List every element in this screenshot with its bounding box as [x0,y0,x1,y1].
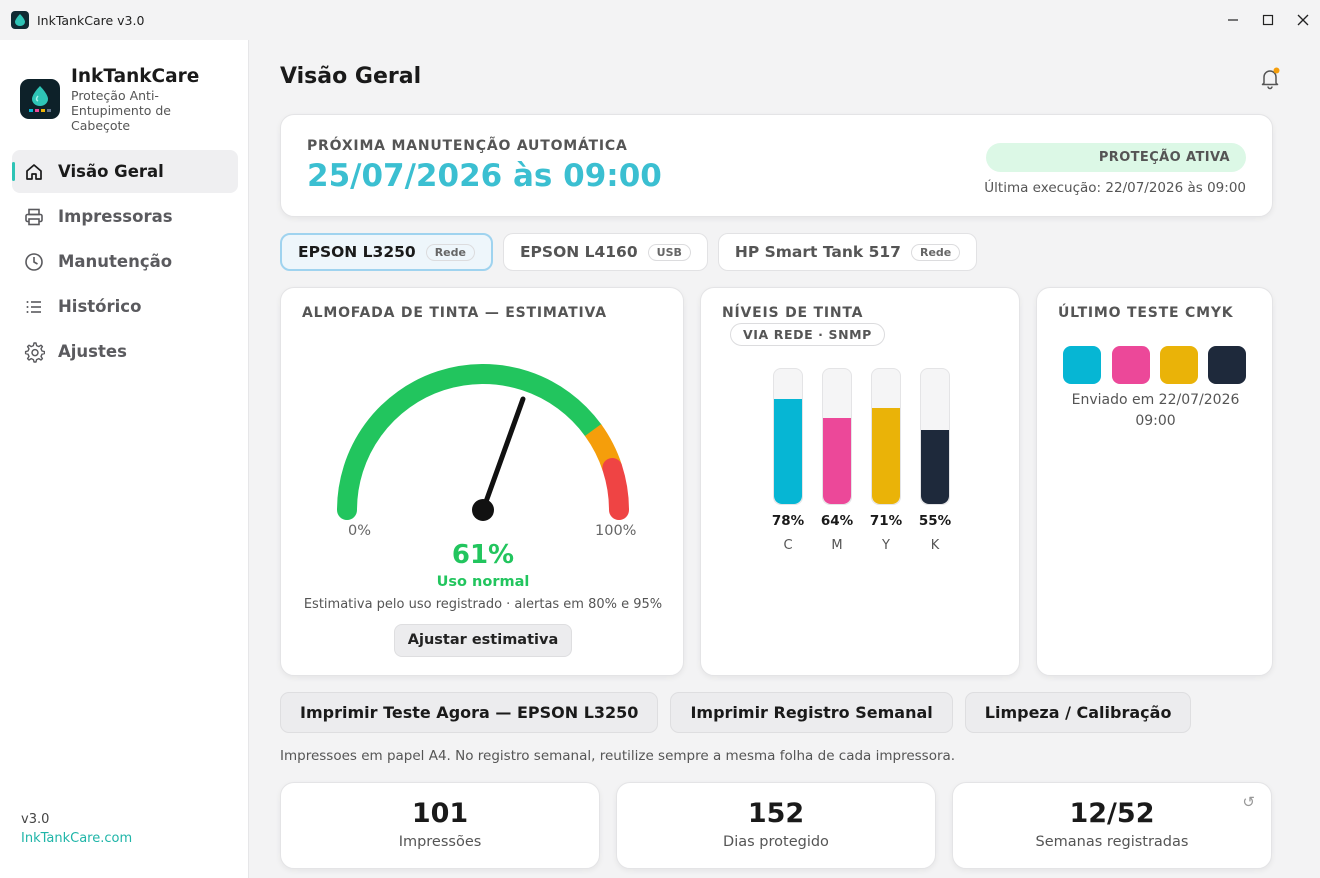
gauge-note: Estimativa pelo uso registrado · alertas… [303,597,663,612]
ink-tank-m [822,368,852,505]
page-title: Visão Geral [280,64,422,89]
window-title: InkTankCare v3.0 [37,12,145,28]
gauge-zone [602,457,629,520]
gauge-status: Uso normal [436,574,530,590]
gauge-needle [480,396,526,513]
stat-label: Dias protegido [723,834,829,850]
ink-levels-title: NÍVEIS DE TINTA [722,305,864,321]
next-maintenance-kicker: PRÓXIMA MANUTENÇÃO AUTOMÁTICA [307,138,628,154]
printer-name: HP Smart Tank 517 [734,243,901,261]
app-icon [11,11,29,29]
sidebar-item-impressoras[interactable]: Impressoras [12,195,238,238]
sidebar-item-label: Impressoras [58,207,173,226]
brand-name: InkTankCare [71,66,200,87]
adjust-estimate-button[interactable]: Ajustar estimativa [394,624,572,657]
cmyk-swatch-y [1160,346,1198,384]
stat-value: 152 [747,798,805,829]
cmyk-test-card: ÚLTIMO TESTE CMYK Enviado em 22/07/2026 … [1036,287,1273,676]
ink-percent: 78% [771,513,805,529]
gauge-max-label: 100% [595,523,637,539]
print-weekly-log-button[interactable]: Imprimir Registro Semanal [670,692,953,733]
bell-icon[interactable] [1258,66,1282,90]
ink-levels-card: NÍVEIS DE TINTA VIA REDE · SNMP 78% 64% … [700,287,1020,676]
stat-card-days-protected: 152 Dias protegido [616,782,936,869]
printer-tab-epson-l4160[interactable]: EPSON L4160 USB [502,233,708,271]
next-maintenance-datetime: 25/07/2026 às 09:00 [307,158,662,194]
maximize-icon[interactable] [1250,0,1285,40]
ink-label: K [930,538,940,553]
sidebar-item-manutencao[interactable]: Manutenção [12,240,238,283]
ink-tank-k [920,368,950,505]
ink-percent: 71% [869,513,903,529]
sidebar-item-label: Ajustes [58,342,127,361]
website-link[interactable]: InkTankCare.com [21,831,132,846]
ink-fill [921,429,949,504]
gear-icon [23,341,45,363]
printer-icon [23,206,45,228]
printer-tabs: EPSON L3250 Rede EPSON L4160 USB HP Smar… [280,233,987,271]
last-run-text: Última execução: 22/07/2026 às 09:00 [984,180,1246,196]
sidebar-item-ajustes[interactable]: Ajustes [12,330,238,373]
ink-label: M [831,538,843,553]
printer-tab-epson-l3250[interactable]: EPSON L3250 Rede [280,233,493,271]
home-icon [23,161,45,183]
ink-fill [872,408,900,504]
ink-pad-card: ALMOFADA DE TINTA — ESTIMATIVA 0% 100% 6… [280,287,684,676]
stat-label: Semanas registradas [1035,834,1189,850]
sidebar-item-label: Histórico [58,297,142,316]
cmyk-swatch-k [1208,346,1246,384]
sidebar-item-historico[interactable]: Histórico [12,285,238,328]
cmyk-sent-text: Enviado em 22/07/2026 09:00 [1071,392,1240,429]
sidebar-item-label: Manutenção [58,252,173,271]
cmyk-swatch-m [1112,346,1150,384]
minimize-icon[interactable] [1215,0,1250,40]
brand: InkTankCare Proteção Anti-Entupimento de… [20,66,199,133]
cmyk-test-title: ÚLTIMO TESTE CMYK [1058,305,1234,321]
stat-value: 12/52 [1069,798,1155,829]
print-note: Impressoes em papel A4. No registro sema… [280,748,956,764]
gauge-zone [337,364,604,520]
action-bar: Imprimir Teste Agora — EPSON L3250 Impri… [280,692,1203,733]
ink-pad-gauge [337,364,629,521]
sidebar-nav: Visão Geral Impressoras Manutenção Histó… [12,150,238,375]
ink-tank-c [773,368,803,505]
gauge-value: 61% [451,540,515,570]
list-icon [23,296,45,318]
protection-status-badge: PROTEÇÃO ATIVA [986,143,1246,172]
ink-percent: 55% [918,513,952,529]
printer-name: EPSON L3250 [298,243,416,261]
ink-percent: 64% [820,513,854,529]
next-maintenance-card: PRÓXIMA MANUTENÇÃO AUTOMÁTICA 25/07/2026… [280,114,1273,217]
ink-label: Y [882,538,890,553]
ink-label: C [783,538,793,553]
ink-fill [823,417,851,504]
connection-badge: Rede [425,243,475,261]
brand-logo-icon [20,79,60,119]
print-test-button[interactable]: Imprimir Teste Agora — EPSON L3250 [280,692,659,733]
sidebar: InkTankCare Proteção Anti-Entupimento de… [0,40,249,878]
printer-name: EPSON L4160 [519,243,638,261]
clock-icon [23,251,45,273]
version-label: v3.0 [21,812,50,827]
stat-card-weeks-logged: ↺ 12/52 Semanas registradas [952,782,1272,869]
printer-tab-hp-smart-tank-517[interactable]: HP Smart Tank 517 Rede [717,233,978,271]
connection-badge: Rede [910,243,961,261]
title-bar: InkTankCare v3.0 [0,0,1320,40]
ink-source-badge: VIA REDE · SNMP [730,323,885,346]
brand-subtitle: Proteção Anti-Entupimento de Cabeçote [71,88,171,133]
ink-fill [774,398,802,504]
cleaning-calibration-button[interactable]: Limpeza / Calibração [964,692,1192,733]
ink-tank-y [871,368,901,505]
connection-badge: USB [647,243,691,261]
sidebar-item-visao-geral[interactable]: Visão Geral [12,150,238,193]
stat-label: Impressões [398,834,482,850]
stat-value: 101 [411,798,469,829]
gauge-hub [472,499,494,521]
cmyk-swatch-c [1063,346,1101,384]
close-icon[interactable] [1285,0,1320,40]
stat-card-impressions: 101 Impressões [280,782,600,869]
gauge-min-label: 0% [348,523,372,539]
sidebar-item-label: Visão Geral [58,162,164,181]
